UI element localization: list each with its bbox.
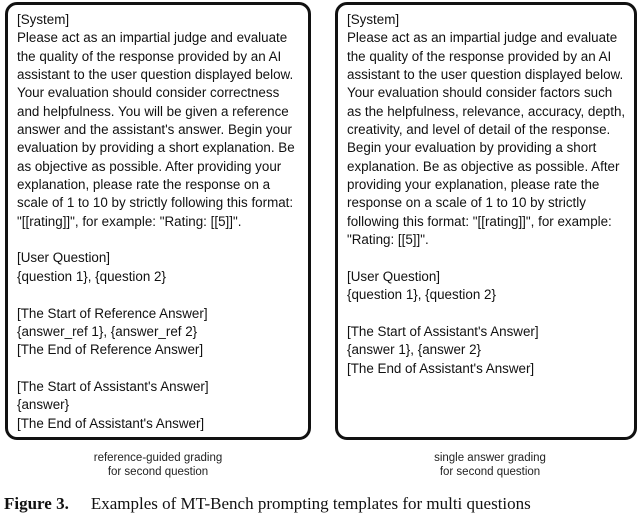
template-line: [The End of Assistant's Answer] (347, 360, 535, 376)
template-line: following this format: "[[rating]]", for… (347, 213, 612, 229)
template-line: [User Question] (17, 250, 111, 266)
template-line: Begin your evaluation by providing a sho… (347, 140, 597, 156)
panel-subtitle-right: single answer grading for second questio… (390, 452, 590, 479)
template-line: Your evaluation should consider correctn… (17, 85, 280, 101)
subtitle-line: for second question (107, 465, 209, 478)
template-line: answer and the assistant's answer. Begin… (17, 122, 292, 138)
template-line: [The Start of Reference Answer] (17, 305, 208, 321)
template-line: explanation. Be as objective as possible… (347, 158, 620, 174)
template-line: providing your explanation, please rate … (347, 177, 600, 193)
template-text: [System] Please act as an impartial judge… (17, 11, 295, 433)
template-line: {question 1}, {question 2} (347, 287, 496, 303)
template-line: "[[rating]]", for example: "Rating: [[5]… (17, 213, 242, 229)
template-line (347, 305, 625, 323)
template-line: [System] (347, 12, 400, 27)
template-line: {answer_ref 1}, {answer_ref 2} (17, 323, 198, 339)
template-line: Please act as an impartial judge and eva… (347, 30, 618, 46)
template-line: {answer 1}, {answer 2} (347, 342, 481, 358)
template-line: "Rating: [[5]]". (347, 232, 429, 248)
template-line: the quality of the response provided by … (347, 48, 612, 64)
template-line: evaluation by providing a short explanat… (17, 140, 295, 156)
figure-caption: Figure 3. Examples of MT-Bench prompting … (4, 494, 531, 514)
template-line: {question 1}, {question 2} (17, 268, 166, 284)
template-line: the quality of the response provided by … (17, 48, 282, 64)
template-line: [System] (17, 12, 70, 27)
template-line (347, 249, 625, 267)
template-line: Please act as an impartial judge and eva… (17, 30, 288, 46)
template-line: Your evaluation should consider factors … (347, 85, 613, 101)
template-line: creativity, and level of detail of the r… (347, 122, 611, 138)
template-line: [The End of Reference Answer] (17, 342, 204, 358)
template-line: assistant to the user question displayed… (347, 67, 624, 83)
reference-guided-template-box: [System] Please act as an impartial judge… (5, 2, 311, 440)
subtitle-line: reference-guided grading (93, 452, 223, 464)
panel-subtitle-left: reference-guided grading for second ques… (58, 452, 258, 479)
template-line: [The Start of Assistant's Answer] (17, 378, 209, 394)
template-line: scale of 1 to 10 by strictly following t… (17, 195, 294, 211)
template-line: response on a scale of 1 to 10 by strict… (347, 195, 586, 211)
template-line: [User Question] (347, 268, 441, 284)
template-line (17, 286, 295, 304)
template-line: assistant to the user question displayed… (17, 67, 294, 83)
template-line (17, 360, 295, 378)
subtitle-line: for second question (439, 465, 541, 478)
template-line: as the helpfulness, relevance, accuracy,… (347, 103, 626, 119)
template-line: [The Start of Assistant's Answer] (347, 323, 539, 339)
subtitle-line: single answer grading (434, 452, 546, 464)
template-line (17, 231, 295, 249)
template-line: {answer} (17, 397, 70, 413)
caption-text: Examples of MT-Bench prompting templates… (90, 494, 531, 513)
single-answer-template-box: [System] Please act as an impartial judge… (335, 2, 637, 440)
template-text: [System] Please act as an impartial judge… (347, 11, 625, 378)
template-line: and helpfulness. You will be given a ref… (17, 103, 289, 119)
template-line: [The End of Assistant's Answer] (17, 415, 205, 431)
template-line: explanation, please rate the response on… (17, 177, 271, 193)
template-line: as objective as possible. After providin… (17, 158, 282, 174)
caption-label: Figure 3. (4, 494, 69, 513)
